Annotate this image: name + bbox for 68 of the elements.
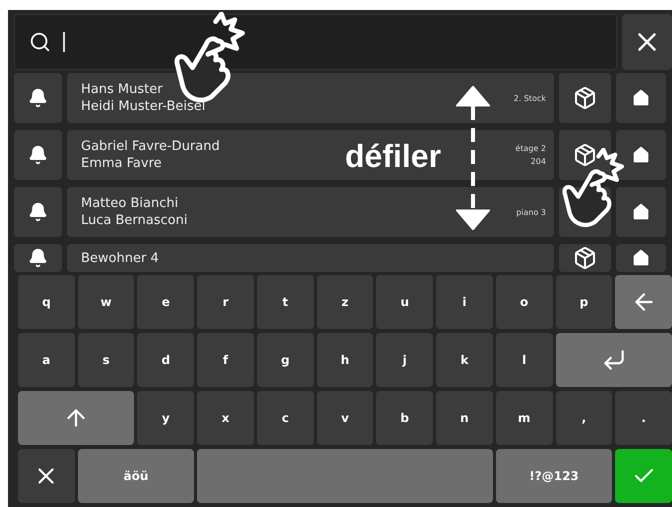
resident-entry[interactable]: Hans Muster Heidi Muster-Beisel 2. Stock [67,73,554,123]
package-icon [573,246,597,270]
letter-key[interactable]: c [256,391,314,445]
search-field[interactable] [14,14,617,70]
letter-key[interactable]: m [496,391,553,445]
letter-key[interactable]: u [376,275,434,329]
resident-name: Gabriel Favre-Durand [81,138,220,155]
package-button[interactable] [559,244,611,272]
layout-switch-key[interactable]: !?@123 [496,449,612,503]
backspace-key[interactable] [615,275,672,329]
letter-key[interactable]: b [376,391,434,445]
letter-key[interactable]: x [197,391,254,445]
close-keyboard-key[interactable] [18,449,75,503]
home-button[interactable] [616,187,666,237]
letter-key[interactable]: a [18,333,75,387]
letter-key[interactable]: k [436,333,493,387]
letter-key[interactable]: y [137,391,194,445]
location-label: piano 3 [516,206,546,218]
letter-key[interactable]: h [316,333,374,387]
letter-key[interactable]: , [556,391,612,445]
bell-icon [28,248,48,268]
resident-name: Emma Favre [81,155,163,172]
resident-entry[interactable]: Bewohner 4 [67,244,554,272]
resident-name: Luca Bernasconi [81,212,188,229]
letter-key[interactable]: s [78,333,134,387]
letter-key[interactable]: d [137,333,194,387]
package-button[interactable] [559,73,611,123]
letter-key[interactable]: n [436,391,493,445]
location-label: 2. Stock [514,92,546,104]
resident-name: Matteo Bianchi [81,195,180,212]
letter-key[interactable]: i [436,275,493,329]
package-icon [573,86,597,110]
bell-icon [28,88,48,108]
letter-key[interactable]: p [556,275,612,329]
letter-key[interactable]: w [78,275,134,329]
letter-key[interactable]: l [496,333,553,387]
resident-name: Bewohner 4 [81,250,159,266]
home-button[interactable] [616,130,666,180]
letter-key[interactable]: j [376,333,434,387]
resident-entry[interactable]: Matteo Bianchi Luca Bernasconi piano 3 [67,187,554,237]
bell-icon [28,202,48,222]
letter-key[interactable]: t [256,275,314,329]
bell-button[interactable] [14,244,62,272]
letter-key[interactable]: q [18,275,75,329]
home-button[interactable] [616,244,666,272]
bell-button[interactable] [14,130,62,180]
letter-key[interactable]: z [316,275,374,329]
letter-key[interactable]: e [137,275,194,329]
bell-button[interactable] [14,73,62,123]
resident-name: Hans Muster [81,81,164,98]
home-button[interactable] [616,73,666,123]
bell-button[interactable] [14,187,62,237]
letter-key[interactable]: r [197,275,254,329]
letter-key[interactable]: v [316,391,374,445]
location-label: étage 2 [515,143,546,155]
letter-key[interactable]: o [496,275,553,329]
letter-key[interactable]: . [615,391,672,445]
letter-key[interactable]: f [197,333,254,387]
resident-name: Heidi Muster-Beisel [81,98,206,115]
bell-icon [28,145,48,165]
layout-switch-key[interactable]: äöü [78,449,194,503]
location-label: 204 [530,156,546,168]
package-icon [573,143,597,167]
letter-key[interactable]: g [256,333,314,387]
search-icon [29,31,51,53]
scroll-hint-label: défiler [345,138,442,175]
text-cursor [63,32,65,52]
close-button[interactable] [622,14,672,70]
